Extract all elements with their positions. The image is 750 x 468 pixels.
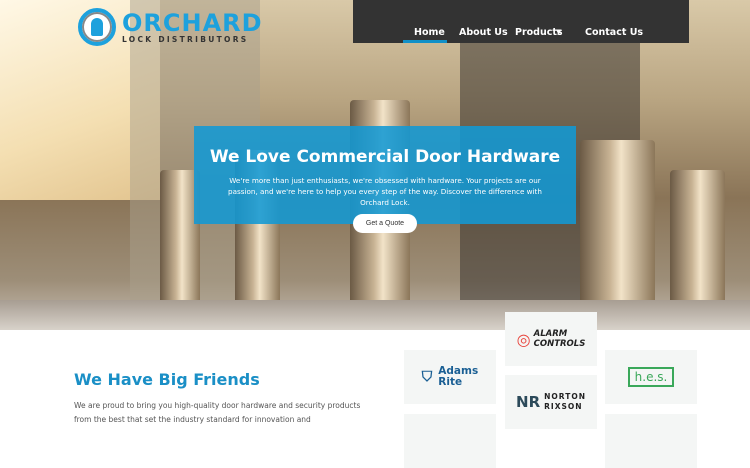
brand-logo[interactable]: ORCHARD LOCK DISTRIBUTORS (78, 8, 263, 46)
brand-tile-alarm-controls[interactable]: ◎ ALARM CONTROLS (505, 312, 597, 366)
section-title: We Have Big Friends (74, 370, 260, 389)
brand-name: h.e.s. (627, 367, 675, 387)
nav-contact-us[interactable]: Contact Us (585, 27, 643, 38)
brand-name: Rite (438, 376, 463, 388)
brand-name: ALARM (533, 329, 568, 339)
keyhole-icon (78, 8, 116, 46)
nav-about-us[interactable]: About Us (459, 27, 508, 38)
hero-text: We're more than just enthusiasts, we're … (228, 176, 542, 207)
brand-tile[interactable] (605, 414, 697, 468)
alarm-logo-icon: ◎ (516, 329, 531, 349)
brand-name: ORCHARD (122, 8, 263, 37)
hero-banner: We Love Commercial Door Hardware We're m… (194, 126, 576, 224)
section-text: We are proud to bring you high-quality d… (74, 401, 361, 424)
caret-down-icon[interactable]: ▼ (556, 28, 561, 36)
main-nav: Home About Us Products ▼ Contact Us (353, 0, 689, 43)
get-quote-button[interactable]: Get a Quote (353, 214, 417, 233)
hero-title: We Love Commercial Door Hardware (209, 147, 561, 167)
brand-tile[interactable] (404, 414, 496, 468)
active-indicator (403, 40, 447, 43)
brand-tile-norton-rixson[interactable]: NR NORTON RIXSON (505, 375, 597, 429)
norton-rixson-logo-icon: NR (516, 393, 541, 411)
brand-name: RIXSON (544, 402, 583, 411)
nav-home[interactable]: Home (414, 27, 445, 38)
brand-tile-hes[interactable]: h.e.s. (605, 350, 697, 404)
brand-name: CONTROLS (533, 339, 586, 349)
adams-rite-logo-icon: ⛉ (421, 369, 433, 385)
brand-tagline: LOCK DISTRIBUTORS (122, 34, 249, 44)
brand-tile-adams-rite[interactable]: ⛉ Adams Rite (404, 350, 496, 404)
brand-name: NORTON (544, 392, 586, 401)
